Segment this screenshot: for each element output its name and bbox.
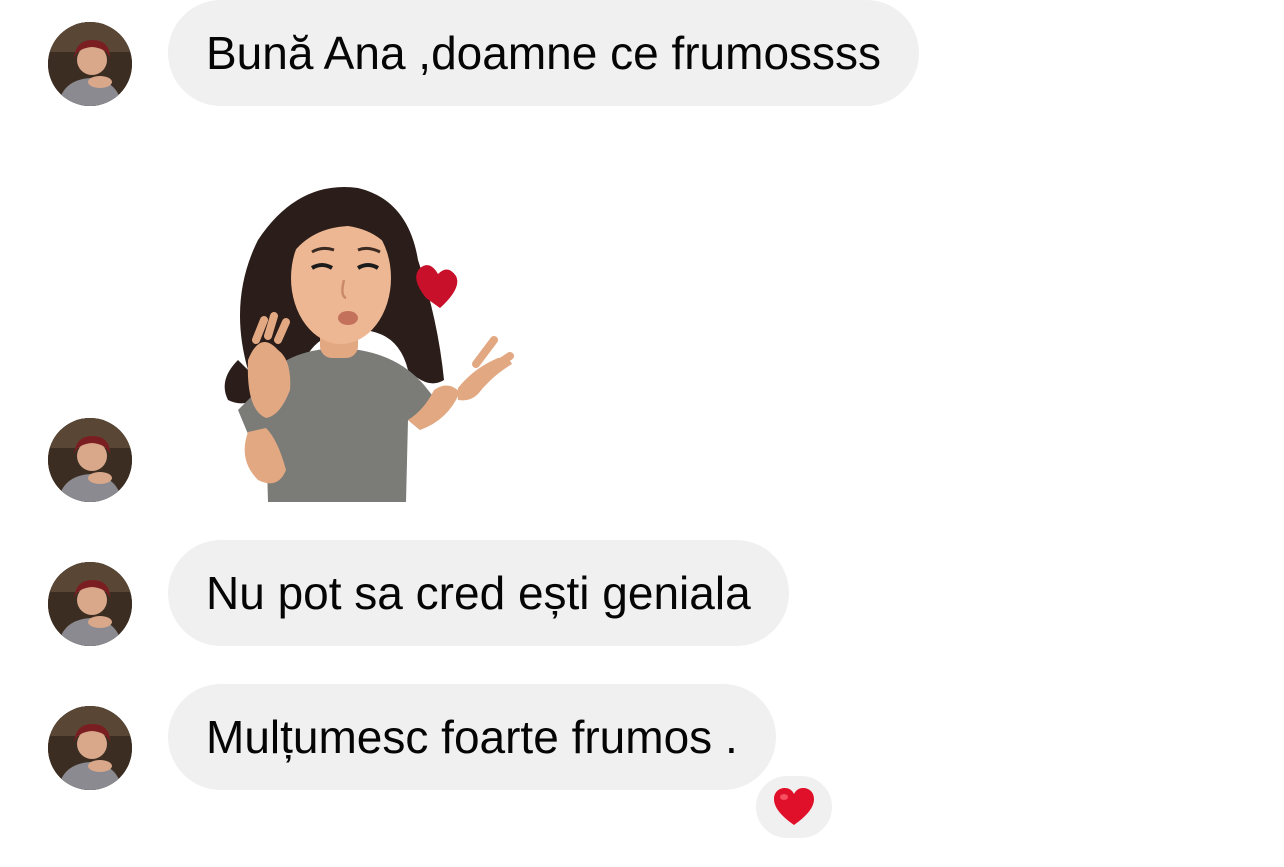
heart-icon xyxy=(774,788,814,825)
sender-avatar[interactable] xyxy=(48,706,132,790)
message-text: Bună Ana ,doamne ce frumossss xyxy=(206,27,882,79)
message-text: Mulțumesc foarte frumos . xyxy=(206,711,738,763)
heart-reaction[interactable] xyxy=(752,772,836,842)
sender-avatar[interactable] xyxy=(48,22,132,106)
message-bubble[interactable]: Mulțumesc foarte frumos . xyxy=(168,684,776,790)
sender-avatar[interactable] xyxy=(48,562,132,646)
message-text: Nu pot sa cred ești geniala xyxy=(206,567,751,619)
message-bubble[interactable]: Nu pot sa cred ești geniala xyxy=(168,540,789,646)
message-bubble[interactable]: Bună Ana ,doamne ce frumossss xyxy=(168,0,920,106)
sender-avatar[interactable] xyxy=(48,418,132,502)
avatar-blowing-kiss-sticker[interactable] xyxy=(208,180,538,502)
